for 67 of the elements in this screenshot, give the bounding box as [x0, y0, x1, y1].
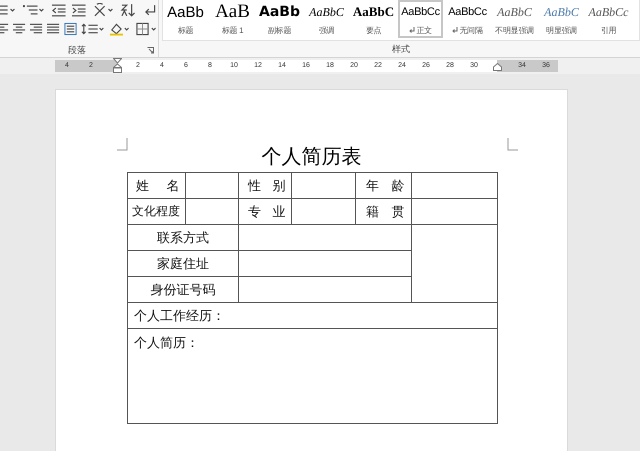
style-preview: AaBbCc [401, 5, 440, 20]
style-gallery-item[interactable]: AaBbC 要点 [351, 0, 396, 38]
table-cell: 家庭住址 [128, 250, 238, 276]
crop-mark-icon [507, 138, 518, 151]
style-name: 副标题 [268, 25, 292, 36]
paragraph-mark-icon [452, 27, 458, 34]
style-name: 不明显强调 [495, 25, 534, 36]
document-title: 个人简历表 [262, 145, 362, 170]
style-name: 正文 [416, 25, 432, 36]
table-cell: 年 龄 [356, 172, 412, 198]
style-gallery-item[interactable]: AaBb 副标题 [257, 0, 302, 38]
distributed-icon[interactable] [64, 22, 78, 36]
style-preview: AaBbC [353, 3, 394, 21]
table-cell [292, 198, 356, 224]
style-gallery-item[interactable]: AaBbCc 正文 [398, 0, 443, 38]
crop-mark-icon [117, 138, 128, 151]
style-name: 强调 [318, 25, 334, 36]
style-preview: AaBb [259, 3, 300, 22]
table-cell: 联系方式 [128, 224, 238, 250]
style-gallery-item[interactable]: AaBbC 明显强调 [539, 0, 584, 38]
table-cell [186, 172, 238, 198]
style-gallery-item[interactable]: AaBbC 不明显强调 [492, 0, 537, 38]
increase-indent-icon[interactable] [71, 2, 87, 16]
table-cell: 姓 名 [128, 172, 186, 198]
style-gallery-item[interactable]: AaB 标题 1 [210, 0, 255, 38]
style-name: 无间隔 [459, 25, 483, 36]
table-cell: 性 别 [238, 172, 292, 198]
style-gallery-item[interactable]: AaBbCc 无间隔 [445, 0, 490, 38]
style-name: 要点 [366, 25, 382, 36]
align-left-icon[interactable] [0, 22, 10, 36]
table-cell: 籍 贯 [356, 198, 412, 224]
indent-marker-icon[interactable] [113, 58, 122, 73]
style-preview: AaBbCc [448, 5, 487, 20]
group-label: 段落 [68, 44, 86, 57]
table-cell: 身份证号码 [128, 276, 238, 302]
table-cell: 文化程度 [128, 198, 186, 224]
justify-icon[interactable] [47, 22, 60, 36]
style-name: 标题 [178, 25, 194, 36]
style-name: 标题 1 [222, 25, 244, 36]
style-preview: AaBbCc [588, 4, 628, 20]
style-name: 明显强调 [546, 25, 577, 36]
line-spacing-icon[interactable] [81, 22, 106, 36]
decrease-indent-icon[interactable] [50, 2, 66, 16]
table-cell: 专 业 [238, 198, 292, 224]
style-preview: AaB [215, 2, 250, 22]
align-center-icon[interactable] [13, 22, 26, 36]
dialog-launcher-icon[interactable] [147, 47, 154, 54]
bullet-list-icon[interactable] [0, 2, 18, 16]
style-gallery-item[interactable]: AaBbCc 引用 [586, 0, 631, 38]
style-preview: AaBbC [544, 4, 579, 20]
table-cell [186, 198, 238, 224]
style-gallery-item[interactable]: AaBbC 强调 [304, 0, 349, 38]
group-label: 样式 [392, 43, 410, 56]
align-right-icon[interactable] [30, 22, 44, 36]
paragraph-mark-icon [409, 27, 416, 34]
style-gallery-item[interactable]: AaBb 标题 [163, 0, 208, 38]
multilevel-list-icon[interactable] [22, 2, 46, 16]
style-name: 引用 [600, 25, 616, 36]
character-scale-icon[interactable] [92, 2, 116, 16]
style-preview: AaBbC [497, 4, 532, 20]
table-cell: 个人工作经历： [128, 302, 498, 328]
sort-icon[interactable] [120, 2, 138, 16]
style-preview: AaBbC [309, 4, 344, 20]
style-preview: AaBb [167, 2, 204, 22]
table-cell: 个人简历： [128, 328, 498, 424]
borders-icon[interactable] [136, 22, 158, 36]
table-cell [292, 172, 356, 198]
